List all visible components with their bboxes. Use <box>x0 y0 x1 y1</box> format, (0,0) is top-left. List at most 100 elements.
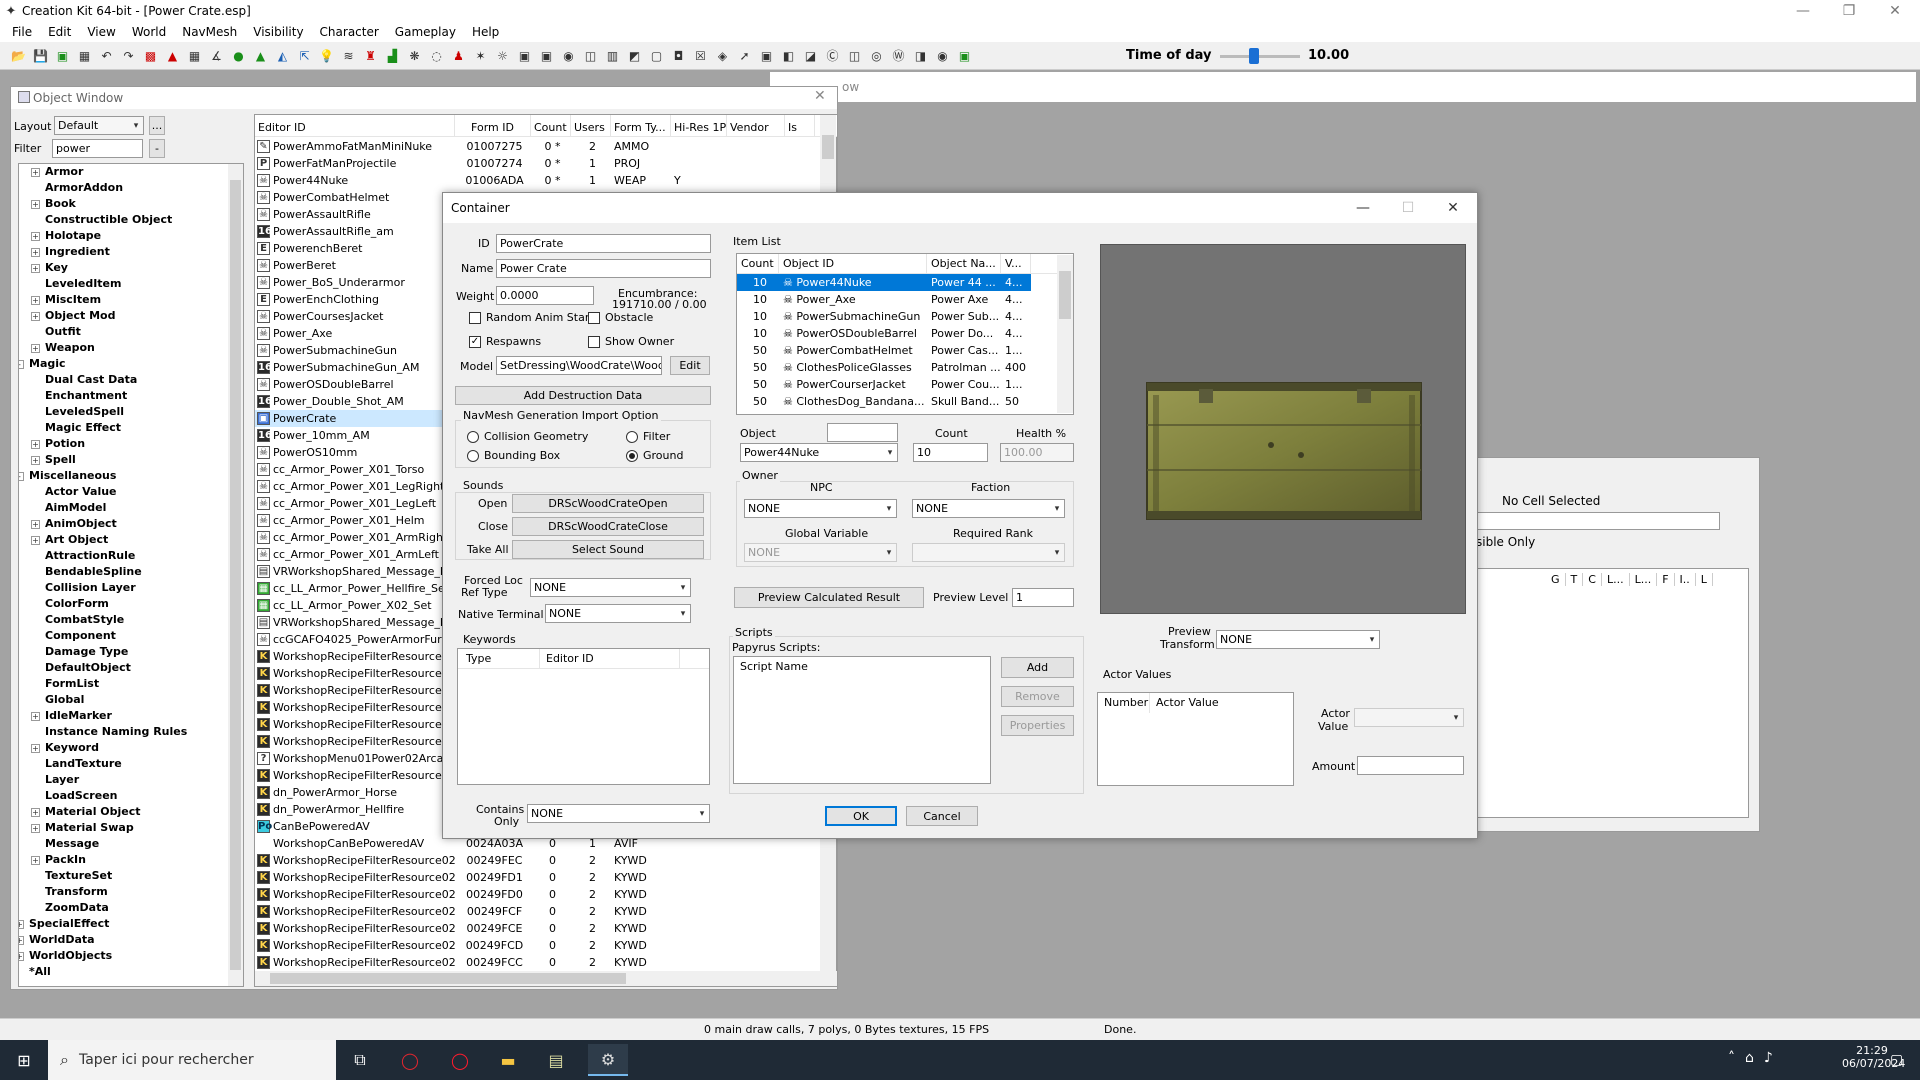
cube-icon-12[interactable]: ◧ <box>780 47 797 64</box>
landscape-icon[interactable]: ▲ <box>252 47 269 64</box>
tree-node[interactable]: ZoomData <box>19 900 243 916</box>
av-col-actor-value[interactable]: Actor Value <box>1150 693 1270 713</box>
light-bulb-icon[interactable]: 💡 <box>318 47 335 64</box>
col-users[interactable]: Users <box>571 115 611 136</box>
weight-input[interactable]: 0.0000 <box>496 286 594 305</box>
expand-icon[interactable]: + <box>31 712 40 721</box>
tree-node[interactable]: + AnimObject <box>19 516 243 532</box>
menu-character[interactable]: Character <box>312 25 387 39</box>
cube-icon-1[interactable]: ▣ <box>516 47 533 64</box>
tree-node[interactable]: DefaultObject <box>19 660 243 676</box>
tree-node[interactable]: + WorldObjects <box>19 948 243 964</box>
contains-only-select[interactable]: NONE ▾ <box>527 804 710 823</box>
fog-icon[interactable]: ≋ <box>340 47 357 64</box>
tree-scrollbar-thumb[interactable] <box>230 180 241 970</box>
expand-icon[interactable]: + <box>31 824 40 833</box>
tree-node[interactable]: Instance Naming Rules <box>19 724 243 740</box>
item-list-row[interactable]: 50 ☠ PowerCourserJacket Power Cou... 1... <box>737 376 1073 393</box>
cell-col-l3[interactable]: L <box>1696 573 1713 586</box>
cube-icon-9[interactable]: ☒ <box>692 47 709 64</box>
network-icon[interactable]: ⌂ <box>1745 1050 1754 1066</box>
tree-node[interactable]: Dual Cast Data <box>19 372 243 388</box>
expand-icon[interactable]: + <box>31 248 40 257</box>
undo-icon[interactable]: ↶ <box>98 47 115 64</box>
cell-search-input[interactable] <box>1476 512 1720 530</box>
tree-node[interactable]: + WorldData <box>19 932 243 948</box>
menu-navmesh[interactable]: NavMesh <box>174 25 245 39</box>
triangle-icon[interactable]: ▲ <box>164 47 181 64</box>
expand-icon[interactable]: + <box>31 296 40 305</box>
takeall-sound-button[interactable]: Select Sound <box>512 540 704 559</box>
add-destruction-data-button[interactable]: Add Destruction Data <box>455 386 711 405</box>
tree-node[interactable]: Collision Layer <box>19 580 243 596</box>
visible-only-label[interactable]: sible Only <box>1476 535 1535 549</box>
col-hires-1p[interactable]: Hi-Res 1P <box>671 115 727 136</box>
forced-loc-ref-type-select[interactable]: NONE ▾ <box>530 578 691 597</box>
tree-node[interactable]: Constructible Object <box>19 212 243 228</box>
tree-node[interactable]: FormList <box>19 676 243 692</box>
tree-node[interactable]: + SpecialEffect <box>19 916 243 932</box>
show-owner-checkbox[interactable]: Show Owner <box>588 335 674 348</box>
col-editor-id[interactable]: Editor ID <box>255 115 455 136</box>
expand-icon[interactable]: + <box>31 520 40 529</box>
tree-node[interactable]: LeveledItem <box>19 276 243 292</box>
item-list[interactable]: Count Object ID Object Na... V... 10 ☠ Po… <box>736 253 1074 415</box>
faction-select[interactable]: NONE ▾ <box>912 499 1065 518</box>
close-sound-button[interactable]: DRScWoodCrateClose <box>512 517 704 536</box>
tree-node[interactable]: Component <box>19 628 243 644</box>
cube-icon-16[interactable]: ◉ <box>934 47 951 64</box>
tree-node[interactable]: *All <box>19 964 243 980</box>
object-list-horizontal-scrollbar-thumb[interactable] <box>270 973 626 984</box>
cell-col-i[interactable]: I.. <box>1675 573 1696 586</box>
cube-icon-11[interactable]: ▣ <box>758 47 775 64</box>
col-form-type[interactable]: Form Ty... <box>611 115 671 136</box>
health-input[interactable]: 100.00 <box>1000 443 1074 462</box>
expand-icon[interactable]: + <box>31 808 40 817</box>
actor-values-list[interactable]: Number Actor Value <box>1097 692 1294 786</box>
tree-node[interactable]: + Keyword <box>19 740 243 756</box>
tree-node[interactable]: + Object Mod <box>19 308 243 324</box>
c-icon[interactable]: Ⓒ <box>824 47 841 64</box>
tree-node[interactable]: ArmorAddon <box>19 180 243 196</box>
menu-view[interactable]: View <box>79 25 123 39</box>
emitter-icon[interactable]: ✶ <box>472 47 489 64</box>
tree-node[interactable]: Damage Type <box>19 644 243 660</box>
layout-options-button[interactable]: ... <box>149 116 165 135</box>
tree-node[interactable]: LeveledSpell <box>19 404 243 420</box>
data-files-icon[interactable]: ▣ <box>54 47 71 64</box>
dialog-minimize-icon[interactable]: — <box>1348 196 1378 220</box>
expand-icon[interactable]: + <box>31 312 40 321</box>
col-vendor[interactable]: Vendor <box>727 115 785 136</box>
tree-node[interactable]: AttractionRule <box>19 548 243 564</box>
menu-help[interactable]: Help <box>464 25 507 39</box>
tree-node[interactable]: BendableSpline <box>19 564 243 580</box>
tree-node[interactable]: + Material Object <box>19 804 243 820</box>
open-sound-button[interactable]: DRScWoodCrateOpen <box>512 494 704 513</box>
tree-icon[interactable]: ❋ <box>406 47 423 64</box>
item-list-row[interactable]: 10 ☠ Power_Axe Power Axe 4... <box>737 291 1073 308</box>
file-explorer-icon[interactable]: ▬ <box>488 1044 528 1076</box>
script-name-col[interactable]: Script Name <box>734 657 934 677</box>
preview-calculated-result-button[interactable]: Preview Calculated Result <box>734 587 924 608</box>
obstacle-checkbox[interactable]: Obstacle <box>588 311 653 324</box>
cube-icon-7[interactable]: ▢ <box>648 47 665 64</box>
terminal-app-icon[interactable]: ▤ <box>536 1044 576 1076</box>
collapse-icon[interactable]: - <box>19 472 24 481</box>
tree-node[interactable]: Enchantment <box>19 388 243 404</box>
angle-icon[interactable]: ∡ <box>208 47 225 64</box>
tree-node[interactable]: + Material Swap <box>19 820 243 836</box>
tree-node[interactable]: + Spell <box>19 452 243 468</box>
actor-value-select[interactable]: ▾ <box>1354 708 1464 727</box>
cube-icon-14[interactable]: ◫ <box>846 47 863 64</box>
tree-node[interactable]: - Magic <box>19 356 243 372</box>
ok-button[interactable]: OK <box>825 806 897 826</box>
menu-edit[interactable]: Edit <box>40 25 79 39</box>
tree-node[interactable]: + Key <box>19 260 243 276</box>
tree-node[interactable]: Global <box>19 692 243 708</box>
cell-col-c[interactable]: C <box>1583 573 1602 586</box>
object-window-close-icon[interactable]: ✕ <box>814 88 826 104</box>
close-button[interactable]: ✕ <box>1872 0 1918 22</box>
expand-icon[interactable]: + <box>31 440 40 449</box>
expand-icon[interactable]: + <box>19 920 24 929</box>
item-list-row[interactable]: 10 ☠ PowerSubmachineGun Power Sub... 4... <box>737 308 1073 325</box>
